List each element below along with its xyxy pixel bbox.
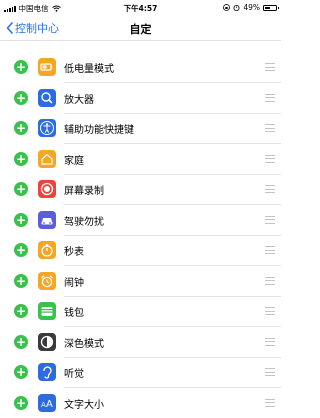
page-title: 自定 bbox=[0, 21, 281, 37]
add-button[interactable]: + bbox=[14, 121, 28, 135]
nav-bar: 控制中心 自定 bbox=[0, 16, 281, 41]
reorder-handle-icon[interactable] bbox=[265, 277, 275, 285]
home-icon bbox=[38, 150, 56, 168]
add-button[interactable]: + bbox=[14, 213, 28, 227]
list-item: + 低电量模式 bbox=[0, 52, 281, 83]
add-button[interactable]: + bbox=[14, 365, 28, 379]
list-item: + 家庭 bbox=[0, 144, 281, 175]
item-label: 放大器 bbox=[64, 91, 94, 106]
svg-text:A: A bbox=[46, 399, 53, 410]
item-label: 低电量模式 bbox=[64, 60, 114, 75]
battery-icon bbox=[38, 58, 56, 76]
add-button[interactable]: + bbox=[14, 274, 28, 288]
screen-record-icon bbox=[38, 180, 56, 198]
reorder-handle-icon[interactable] bbox=[265, 216, 275, 224]
orientation-lock-icon bbox=[223, 4, 230, 11]
car-icon bbox=[38, 211, 56, 229]
list-item: + 屏幕录制 bbox=[0, 174, 281, 205]
list-item: + 秒表 bbox=[0, 235, 281, 266]
item-label: 文字大小 bbox=[64, 396, 104, 411]
item-label: 听觉 bbox=[64, 365, 84, 380]
reorder-handle-icon[interactable] bbox=[265, 185, 275, 193]
item-label: 深色模式 bbox=[64, 335, 104, 350]
item-label: 家庭 bbox=[64, 152, 84, 167]
add-button[interactable]: + bbox=[14, 335, 28, 349]
item-label: 闹钟 bbox=[64, 274, 84, 289]
reorder-handle-icon[interactable] bbox=[265, 63, 275, 71]
add-button[interactable]: + bbox=[14, 182, 28, 196]
add-button[interactable]: + bbox=[14, 304, 28, 318]
status-bar: 中国电信 下午4:57 49% bbox=[0, 0, 281, 16]
add-button[interactable]: + bbox=[14, 91, 28, 105]
item-label: 钱包 bbox=[64, 304, 84, 319]
alarm-status-icon bbox=[233, 4, 240, 11]
reorder-handle-icon[interactable] bbox=[265, 368, 275, 376]
item-label: 辅助功能快捷键 bbox=[64, 121, 134, 136]
list-item: + 闹钟 bbox=[0, 266, 281, 297]
item-label: 秒表 bbox=[64, 243, 84, 258]
add-button[interactable]: + bbox=[14, 60, 28, 74]
add-button[interactable]: + bbox=[14, 396, 28, 410]
add-button[interactable]: + bbox=[14, 152, 28, 166]
magnifier-icon bbox=[38, 89, 56, 107]
accessibility-icon bbox=[38, 119, 56, 137]
item-label: 驾驶勿扰 bbox=[64, 213, 104, 228]
battery-percent: 49% bbox=[243, 3, 260, 12]
reorder-handle-icon[interactable] bbox=[265, 338, 275, 346]
list-item: + 辅助功能快捷键 bbox=[0, 113, 281, 144]
battery-icon bbox=[263, 5, 277, 11]
text-size-icon: AA bbox=[38, 394, 56, 412]
reorder-handle-icon[interactable] bbox=[265, 246, 275, 254]
add-button[interactable]: + bbox=[14, 243, 28, 257]
list-item: + 钱包 bbox=[0, 296, 281, 327]
dark-mode-icon bbox=[38, 333, 56, 351]
item-label: 屏幕录制 bbox=[64, 182, 104, 197]
controls-list: + 低电量模式 + 放大器 + 辅助功能快捷键 + 家庭 + 屏幕录制 + 驾驶勿扰 + 秒表 + 闹钟 + 钱包… bbox=[0, 52, 281, 418]
ear-icon bbox=[38, 363, 56, 381]
list-item: + AA 文字大小 bbox=[0, 388, 281, 418]
list-item: + 听觉 bbox=[0, 357, 281, 388]
reorder-handle-icon[interactable] bbox=[265, 124, 275, 132]
alarm-icon bbox=[38, 272, 56, 290]
status-right: 49% bbox=[223, 3, 277, 12]
list-item: + 深色模式 bbox=[0, 327, 281, 358]
reorder-handle-icon[interactable] bbox=[265, 307, 275, 315]
list-item: + 驾驶勿扰 bbox=[0, 205, 281, 236]
stopwatch-icon bbox=[38, 241, 56, 259]
wallet-icon bbox=[38, 302, 56, 320]
list-item: + 放大器 bbox=[0, 83, 281, 114]
reorder-handle-icon[interactable] bbox=[265, 94, 275, 102]
reorder-handle-icon[interactable] bbox=[265, 155, 275, 163]
